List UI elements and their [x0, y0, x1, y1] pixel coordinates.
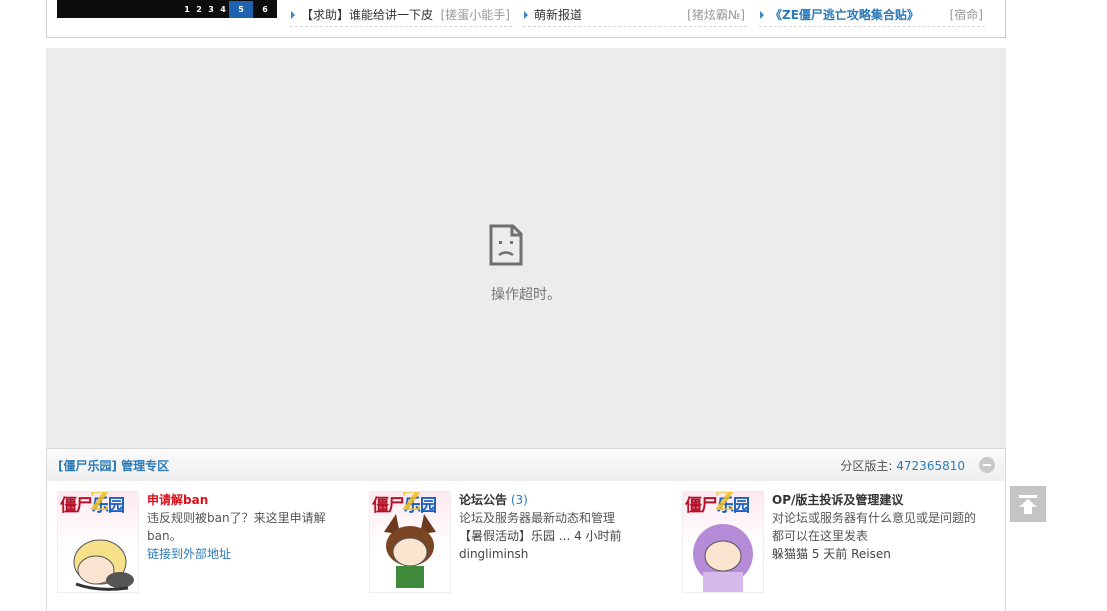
forum-name[interactable]: OP/版主投诉及管理建议: [772, 493, 903, 507]
category-body: 僵尸乐园 Z 申请解ban 违反规则被ban了？来这里申请解ban。 链接到外部地…: [46, 481, 1006, 611]
slideshow[interactable]: 1 2 3 4 5 6: [57, 0, 277, 18]
arrow-right-icon: [760, 11, 764, 19]
news-column-2: 萌新报道 [猪炫霸№]: [523, 0, 747, 27]
slideshow-pager: 1 2 3 4 5 6: [181, 1, 277, 18]
chibi-character-image: [693, 524, 753, 592]
category-header: [僵尸乐园] 管理专区 分区版主: 472365810: [46, 448, 1006, 482]
moderator-label: 分区版主:: [840, 459, 893, 473]
slide-page-3[interactable]: 3: [205, 1, 217, 18]
news-title[interactable]: 《ZE僵尸逃亡攻略集合贴》: [770, 8, 919, 22]
back-to-top-button[interactable]: [1010, 486, 1046, 522]
news-author[interactable]: [猪炫霸№]: [687, 6, 745, 24]
collapse-icon[interactable]: [979, 457, 995, 473]
news-author[interactable]: [宿命]: [950, 6, 983, 24]
forum-last-post[interactable]: 躲猫猫 5 天前 Reisen: [772, 545, 982, 563]
forum-description: 论坛及服务器最新动态和管理: [459, 511, 616, 525]
news-title[interactable]: 【求助】谁能给讲一下皮: [301, 8, 433, 22]
forum-item: 僵尸乐园 Z 论坛公告 (3) 论坛及服务器最新动态和管理 【暑假活动】乐园 ..…: [369, 491, 669, 601]
slide-page-5[interactable]: 5: [229, 1, 253, 18]
slide-page-4[interactable]: 4: [217, 1, 229, 18]
slide-page-2[interactable]: 2: [193, 1, 205, 18]
news-title[interactable]: 萌新报道: [534, 8, 582, 22]
forum-info: 申请解ban 违反规则被ban了？来这里申请解ban。 链接到外部地址: [147, 491, 357, 563]
forum-description: 对论坛或服务器有什么意见或是问题的都可以在这里发表: [772, 511, 977, 543]
forum-last-author[interactable]: dingliminsh: [459, 545, 669, 563]
forum-today-count: (3): [510, 493, 528, 507]
forum-item: 僵尸乐园 Z 申请解ban 违反规则被ban了？来这里申请解ban。 链接到外部地…: [57, 491, 357, 601]
arrow-right-icon: [291, 11, 295, 19]
forum-external-link[interactable]: 链接到外部地址: [147, 547, 231, 561]
chibi-character-image: [384, 514, 436, 588]
slide-page-6[interactable]: 6: [253, 1, 277, 18]
forum-info: OP/版主投诉及管理建议 对论坛或服务器有什么意见或是问题的都可以在这里发表 躲…: [772, 491, 982, 563]
forum-last-post[interactable]: 【暑假活动】乐园 ... 4 小时前: [459, 527, 669, 545]
error-message: 操作超时。: [491, 287, 561, 303]
news-item[interactable]: 【求助】谁能给讲一下皮 [搓蛋小能手]: [290, 6, 512, 24]
category-moderator: 分区版主: 472365810: [840, 457, 965, 474]
forum-item: 僵尸乐园 Z OP/版主投诉及管理建议 对论坛或服务器有什么意见或是问题的都可以在…: [682, 491, 982, 601]
news-item[interactable]: 萌新报道 [猪炫霸№]: [523, 6, 747, 24]
news-column-1: 【求助】谁能给讲一下皮 [搓蛋小能手]: [290, 0, 512, 27]
portal-top-block: 1 2 3 4 5 6 【求助】谁能给讲一下皮 [搓蛋小能手] 萌新报道 [猪炫…: [46, 0, 1006, 38]
news-item[interactable]: 《ZE僵尸逃亡攻略集合贴》 [宿命]: [759, 6, 985, 24]
news-column-3: 《ZE僵尸逃亡攻略集合贴》 [宿命]: [759, 0, 985, 27]
arrow-right-icon: [524, 11, 528, 19]
error-panel: 操作超时。: [46, 48, 1006, 448]
forum-icon[interactable]: 僵尸乐园 Z: [369, 491, 451, 593]
forum-name[interactable]: 论坛公告: [459, 493, 507, 507]
forum-info: 论坛公告 (3) 论坛及服务器最新动态和管理 【暑假活动】乐园 ... 4 小时…: [459, 491, 669, 563]
forum-name[interactable]: 申请解ban: [147, 493, 208, 507]
news-author[interactable]: [搓蛋小能手]: [441, 6, 510, 24]
moderator-link[interactable]: 472365810: [896, 459, 965, 473]
chibi-character-image: [73, 539, 134, 591]
forum-icon[interactable]: 僵尸乐园 Z: [57, 491, 139, 593]
forum-icon[interactable]: 僵尸乐园 Z: [682, 491, 764, 593]
sad-page-icon: [489, 224, 523, 266]
arrow-up-icon: [1019, 495, 1037, 514]
category-title[interactable]: [僵尸乐园] 管理专区: [58, 457, 169, 474]
slide-page-1[interactable]: 1: [181, 1, 193, 18]
forum-description: 违反规则被ban了？来这里申请解ban。: [147, 511, 326, 543]
